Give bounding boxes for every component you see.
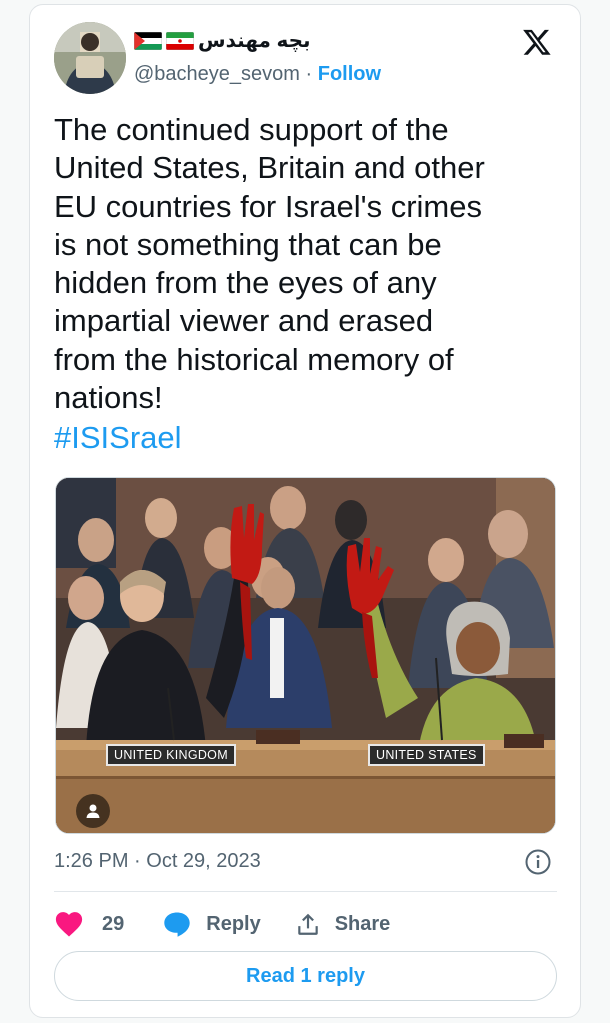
share-label: Share [334, 912, 391, 935]
heart-icon [55, 912, 83, 937]
info-icon[interactable] [524, 848, 552, 876]
reply-label: Reply [206, 912, 261, 935]
reply-button[interactable]: Reply [162, 910, 261, 938]
author-handle[interactable]: @bacheye_sevom [134, 63, 300, 85]
like-action[interactable]: 29 [54, 910, 124, 938]
share-button[interactable]: Share [295, 911, 391, 937]
like-count: 29 [102, 912, 125, 935]
nameplate-united-kingdom: UNITED KINGDOM [106, 744, 236, 766]
tweet-card: بچه مهندس @bacheye_sevom · Follow The co… [29, 4, 581, 1018]
tweet-timestamp[interactable]: 1:26 PM · Oct 29, 2023 [54, 850, 261, 873]
author-name-row[interactable]: بچه مهندس [134, 28, 311, 53]
hashtag-link[interactable]: #ISISrael [54, 419, 182, 457]
person-icon[interactable] [76, 794, 110, 828]
follow-button[interactable]: Follow [318, 63, 381, 85]
palestine-flag-icon [134, 31, 162, 50]
read-replies-button[interactable]: Read 1 reply [54, 951, 557, 1001]
author-display-name: بچه مهندس [198, 30, 311, 52]
share-icon [297, 913, 318, 935]
tweet-text: The continued support of the United Stat… [54, 112, 485, 416]
x-logo-icon[interactable] [522, 27, 552, 57]
reply-icon [164, 912, 190, 937]
tweet-photo[interactable]: UNITED KINGDOM UNITED STATES [55, 477, 556, 834]
divider [54, 891, 557, 892]
iran-flag-icon [166, 31, 194, 50]
avatar[interactable] [54, 22, 126, 94]
author-handle-row: @bacheye_sevom · Follow [134, 63, 381, 86]
action-bar: 29 Reply Share [54, 907, 390, 941]
separator-dot: · [305, 63, 313, 85]
nameplate-united-states: UNITED STATES [368, 744, 485, 766]
